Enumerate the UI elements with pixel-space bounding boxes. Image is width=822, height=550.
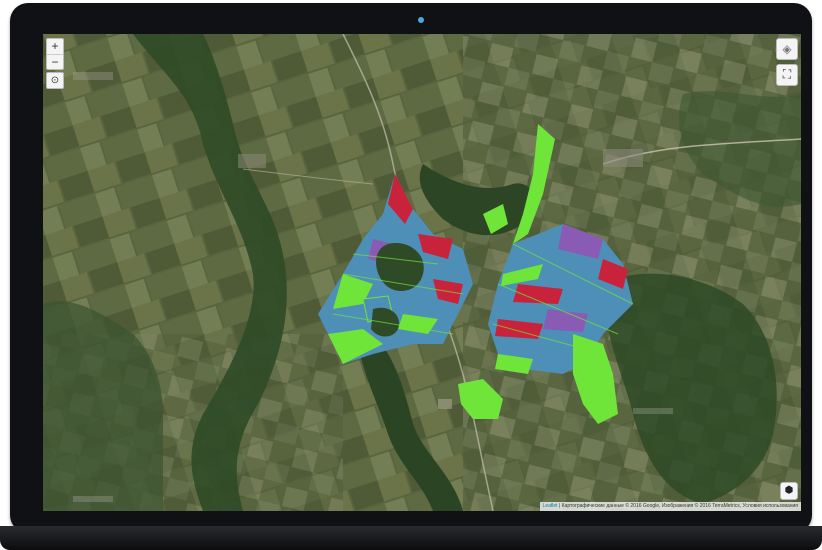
laptop-base (0, 526, 822, 550)
attribution-text: | Картографические данные © 2016 Google,… (558, 503, 798, 509)
layers-icon[interactable]: ◈ (776, 38, 798, 60)
fullscreen-button[interactable]: ⛶ (776, 64, 798, 86)
leaflet-link[interactable]: Leaflet (543, 503, 558, 509)
zoom-out-button[interactable]: − (47, 54, 63, 69)
zoom-control: + − (46, 38, 64, 70)
map-attribution: Leaflet | Картографические данные © 2016… (539, 502, 801, 511)
satellite-map (43, 34, 801, 511)
laptop-bezel: + − ⊙ ◈ ⛶ ⬢ Leaflet | Картографические д… (10, 3, 812, 533)
locate-button[interactable]: ⊙ (46, 72, 64, 89)
map-view[interactable]: + − ⊙ ◈ ⛶ ⬢ Leaflet | Картографические д… (43, 34, 801, 511)
info-icon[interactable]: ⬢ (780, 482, 798, 500)
zoom-in-button[interactable]: + (47, 39, 63, 54)
webcam-icon (418, 17, 424, 23)
